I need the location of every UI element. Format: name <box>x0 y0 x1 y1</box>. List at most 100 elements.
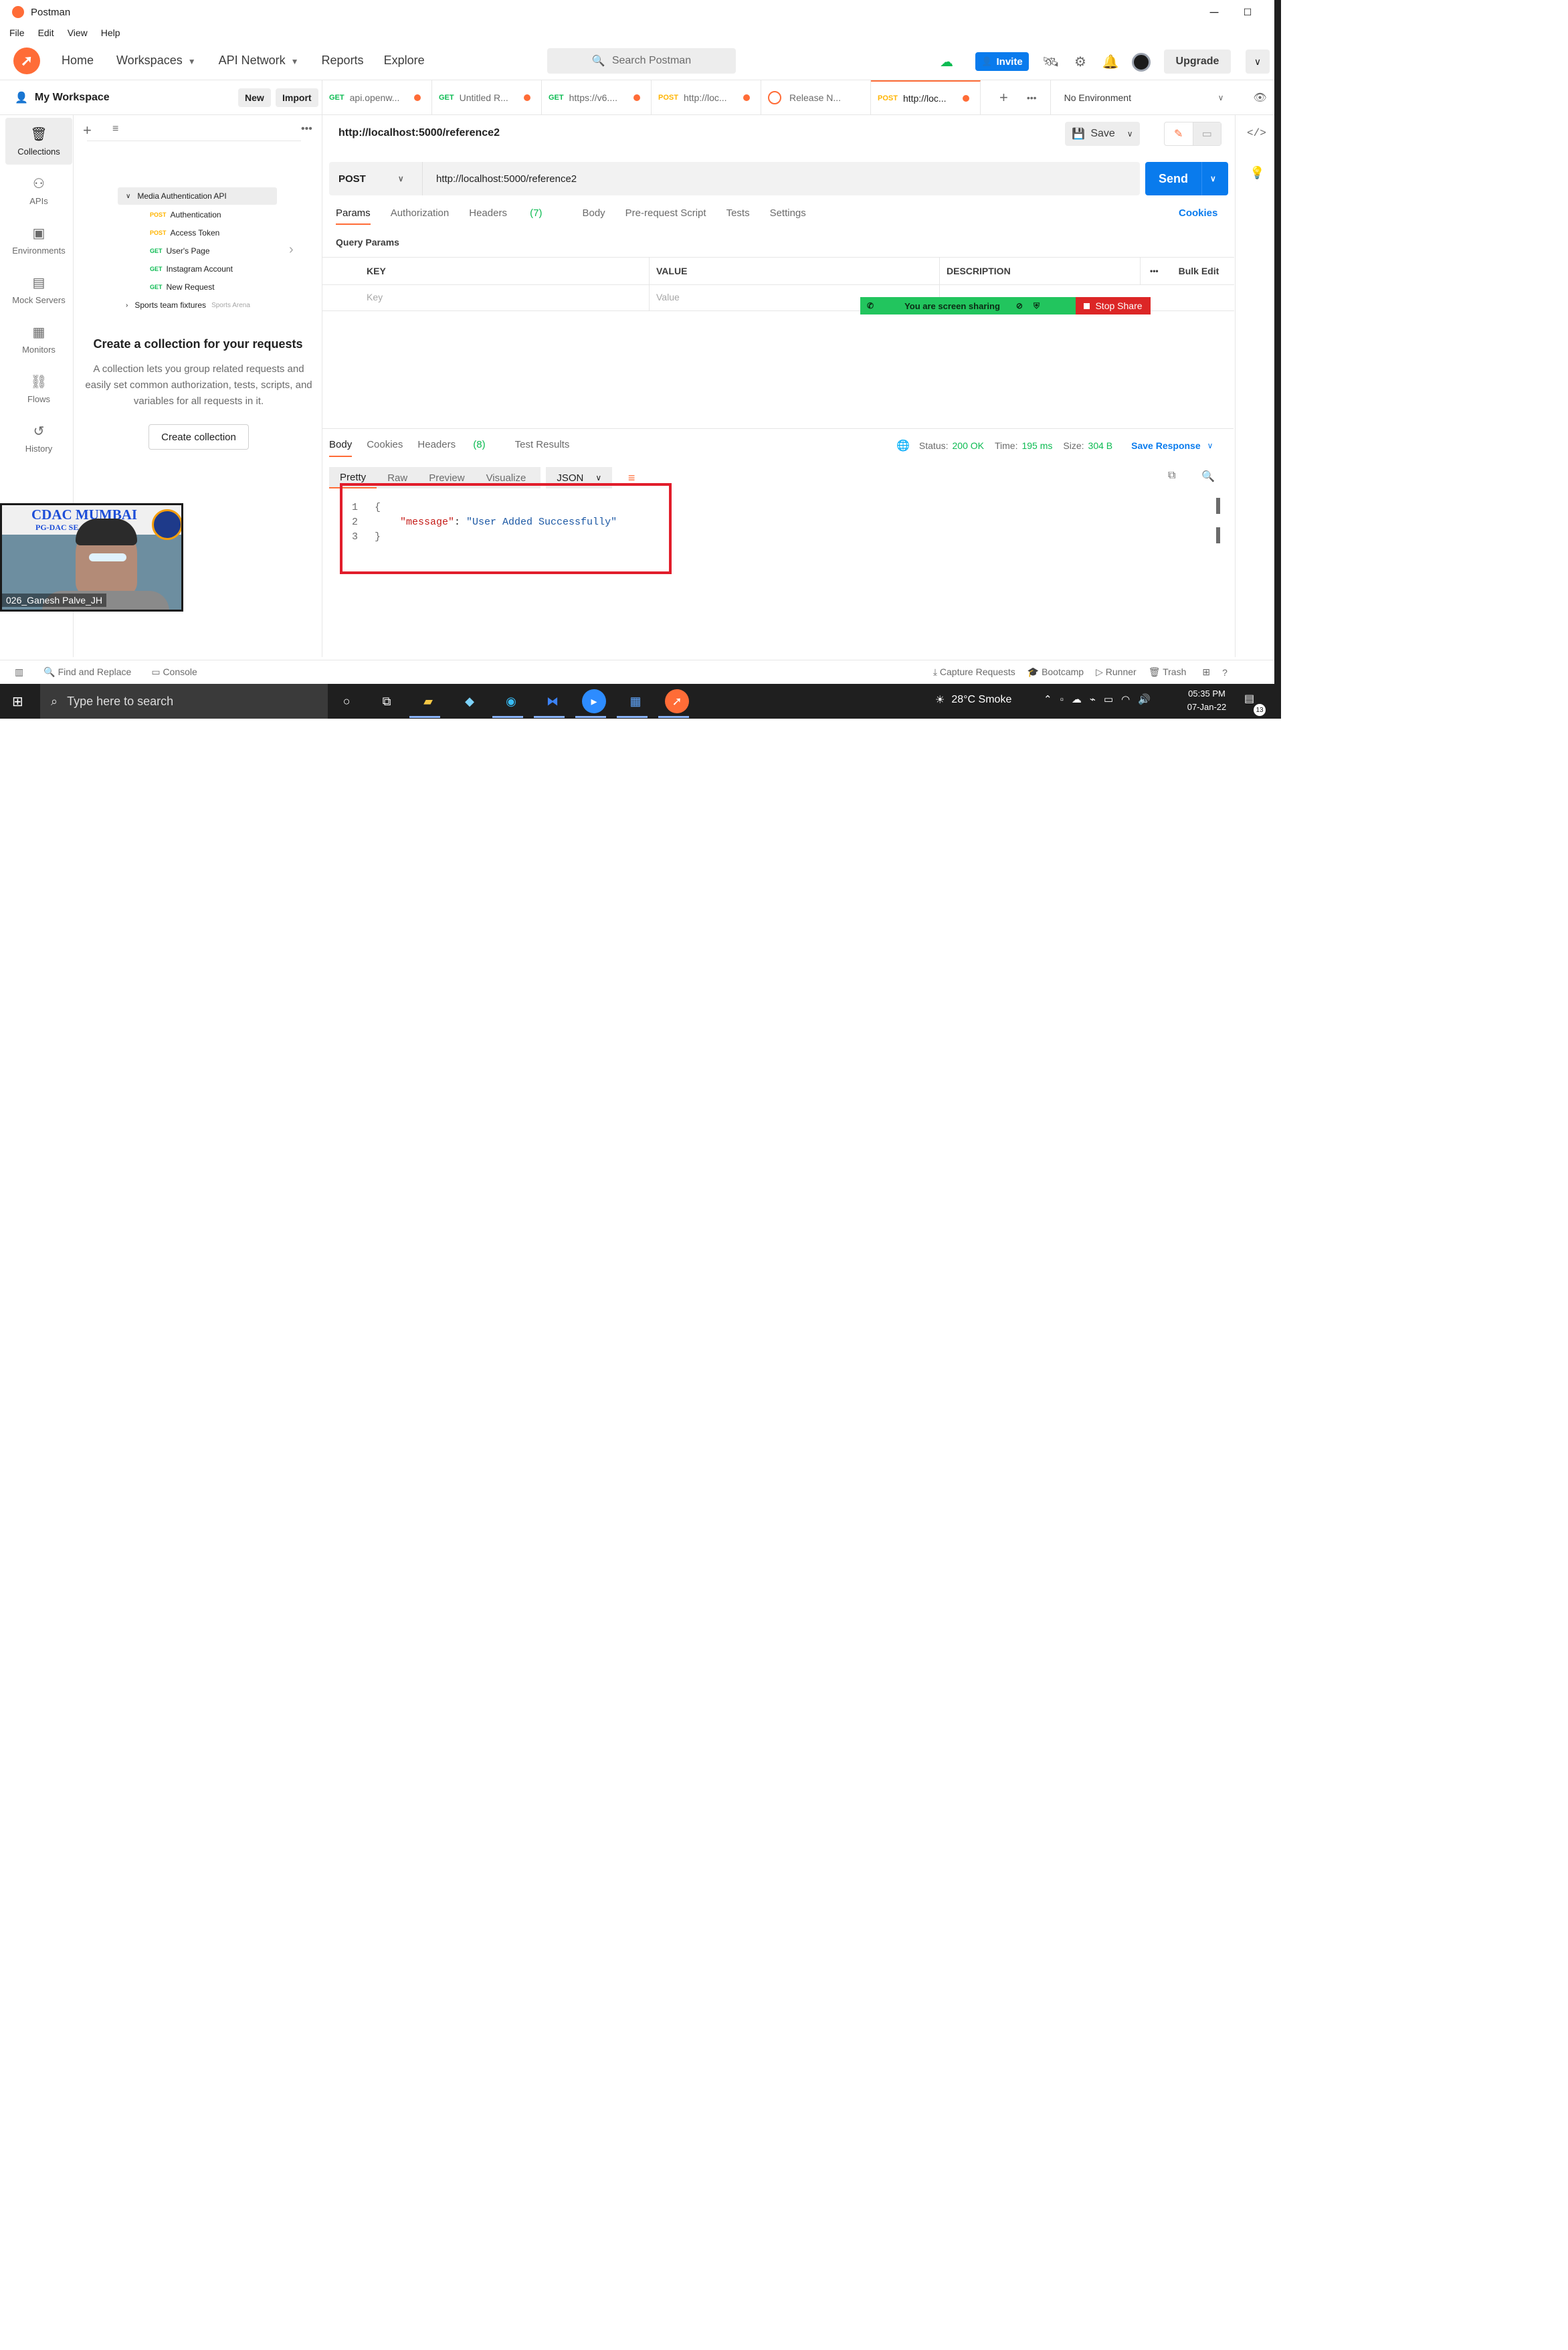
key-input[interactable]: Key <box>322 284 693 311</box>
response-tab-test-results[interactable]: Test Results <box>515 439 570 457</box>
wifi-icon[interactable]: ◠ <box>1121 693 1130 705</box>
minimize-button[interactable]: ─ <box>1197 0 1231 24</box>
sidebar-item-history[interactable]: ↺ History <box>5 415 72 462</box>
find-replace[interactable]: 🔍 Find and Replace <box>43 666 131 678</box>
menu-view[interactable]: View <box>68 27 88 38</box>
clock[interactable]: 05:35 PM 07-Jan-22 <box>1180 687 1234 714</box>
sidebar-item-environments[interactable]: ▣ Environments <box>5 217 72 264</box>
tab-settings[interactable]: Settings <box>770 207 806 225</box>
save-response-button[interactable]: Save Response <box>1131 440 1201 451</box>
task-view-icon[interactable]: ⧉ <box>375 689 399 713</box>
zoom-icon[interactable]: ▸ <box>582 689 606 713</box>
tab-body[interactable]: Body <box>582 207 605 225</box>
new-button[interactable]: New <box>238 88 271 107</box>
tab-headers[interactable]: Headers (7) <box>469 207 562 225</box>
cookies-link[interactable]: Cookies <box>1179 207 1217 219</box>
environment-eye-icon[interactable]: 👁 <box>1253 91 1266 104</box>
size-value[interactable]: 304 B <box>1088 440 1113 451</box>
globe-icon[interactable]: 🌐 <box>896 439 910 452</box>
satellite-icon[interactable]: 🛰 <box>1041 52 1061 72</box>
app-icon[interactable]: ◆ <box>458 689 482 713</box>
import-button[interactable]: Import <box>276 88 318 107</box>
sidebar-item-mock-servers[interactable]: ▤ Mock Servers <box>5 266 72 313</box>
usb-icon[interactable]: ⌁ <box>1090 693 1096 705</box>
response-tab-cookies[interactable]: Cookies <box>367 439 403 457</box>
edit-pencil-icon[interactable]: ✎ <box>1165 122 1193 145</box>
bootcamp[interactable]: 🎓 Bootcamp <box>1027 666 1084 678</box>
layout-icon[interactable]: ⊞ <box>1202 666 1210 678</box>
chevron-up-icon[interactable]: ⌃ <box>1044 693 1052 705</box>
capture-requests[interactable]: ⤓ Capture Requests <box>933 666 1015 678</box>
method-select[interactable]: POST ∨ <box>329 162 423 195</box>
sidebar-item-flows[interactable]: ⛓ Flows <box>5 365 72 412</box>
maximize-button[interactable]: ☐ <box>1231 0 1264 24</box>
taskbar-search[interactable]: ⌕ Type here to search <box>40 684 328 719</box>
url-input[interactable]: http://localhost:5000/reference2 <box>423 173 577 185</box>
nav-explore[interactable]: Explore <box>384 54 425 68</box>
battery-icon[interactable]: ▭ <box>1104 693 1113 705</box>
stop-share-button[interactable]: Stop Share <box>1076 297 1151 314</box>
tab-tests[interactable]: Tests <box>726 207 750 225</box>
runner[interactable]: ▷ Runner <box>1096 666 1137 678</box>
search-postman-input[interactable]: 🔍 Search Postman <box>547 48 736 74</box>
tab-authorization[interactable]: Authorization <box>391 207 450 225</box>
bulk-edit-link[interactable]: Bulk Edit <box>1179 266 1219 276</box>
onedrive-icon[interactable]: ☁ <box>1072 693 1082 705</box>
sidebar-item-apis[interactable]: ⚇ APIs <box>5 167 72 214</box>
request-tab[interactable]: GET https://v6.... <box>542 80 652 115</box>
shield-icon[interactable]: ⛨ <box>1034 301 1040 311</box>
new-tab-plus-icon[interactable]: + <box>999 89 1008 106</box>
vscode-icon[interactable]: ⧓ <box>541 689 565 713</box>
save-button[interactable]: 💾 Save ∨ <box>1065 122 1140 146</box>
ide-icon[interactable]: ▦ <box>623 689 648 713</box>
release-notes-tab[interactable]: Release N... <box>761 80 871 115</box>
search-response-icon[interactable]: 🔍 <box>1201 470 1215 483</box>
file-explorer-icon[interactable]: ▰ <box>416 689 440 713</box>
edge-browser-icon[interactable]: ◉ <box>499 689 523 713</box>
environment-select[interactable]: No Environment <box>1064 92 1218 103</box>
filter-icon[interactable]: ≡ <box>112 123 118 135</box>
lightbulb-icon[interactable]: 💡 <box>1250 166 1264 180</box>
nav-reports[interactable]: Reports <box>322 54 364 68</box>
windows-start-icon[interactable]: ⊞ <box>12 693 23 710</box>
chevron-down-icon[interactable]: ∨ <box>1207 441 1213 450</box>
request-tab[interactable]: POST http://loc... <box>652 80 761 115</box>
menu-help[interactable]: Help <box>101 27 120 38</box>
plus-icon[interactable]: + <box>83 122 92 139</box>
response-tab-body[interactable]: Body <box>329 439 353 457</box>
upgrade-button[interactable]: Upgrade <box>1164 50 1231 74</box>
menu-edit[interactable]: Edit <box>38 27 54 38</box>
request-tab-active[interactable]: POST http://loc... <box>871 80 981 115</box>
invite-button[interactable]: 👤 Invite <box>975 52 1029 71</box>
time-value[interactable]: 195 ms <box>1021 440 1052 451</box>
request-tab[interactable]: GET Untitled R... <box>432 80 542 115</box>
sidebar-toggle-icon[interactable]: ▥ <box>15 666 23 678</box>
create-collection-button[interactable]: Create collection <box>149 424 249 450</box>
chevron-down-icon[interactable]: ∨ <box>1210 174 1216 183</box>
avatar[interactable] <box>1132 53 1151 72</box>
tab-pre-request-script[interactable]: Pre-request Script <box>625 207 706 225</box>
more-options-icon[interactable]: ••• <box>301 123 312 135</box>
more-options-icon[interactable]: ••• <box>1150 266 1159 276</box>
nav-home[interactable]: Home <box>62 54 94 68</box>
send-button[interactable]: Send ∨ <box>1145 162 1228 195</box>
scrollbar-thumb[interactable] <box>1216 498 1220 514</box>
scrollbar-thumb[interactable] <box>1216 527 1220 543</box>
notifications-icon[interactable]: ▤ <box>1244 692 1254 705</box>
copy-icon[interactable]: ⧉ <box>1168 470 1175 482</box>
nav-api-network[interactable]: API Network ▼ <box>219 54 299 68</box>
code-snippet-icon[interactable]: </> <box>1247 127 1266 139</box>
tray-app-icon[interactable]: ▫ <box>1060 694 1064 705</box>
sync-cloud-icon[interactable]: ☁ <box>937 52 957 72</box>
weather-widget[interactable]: ☀ 28°C Smoke <box>935 693 1011 707</box>
postman-home-logo-icon[interactable]: ➚ <box>13 47 40 74</box>
workspace-name[interactable]: My Workspace <box>35 92 110 104</box>
nav-workspaces[interactable]: Workspaces ▼ <box>116 54 196 68</box>
settings-gear-icon[interactable]: ⚙ <box>1070 52 1090 72</box>
trash[interactable]: 🗑 Trash <box>1149 666 1187 678</box>
menu-file[interactable]: File <box>9 27 25 38</box>
sidebar-item-monitors[interactable]: ▦ Monitors <box>5 316 72 363</box>
notifications-bell-icon[interactable]: 🔔 <box>1100 52 1120 72</box>
response-tab-headers[interactable]: Headers (8) <box>417 439 500 457</box>
request-tab[interactable]: GET api.openw... <box>322 80 432 115</box>
